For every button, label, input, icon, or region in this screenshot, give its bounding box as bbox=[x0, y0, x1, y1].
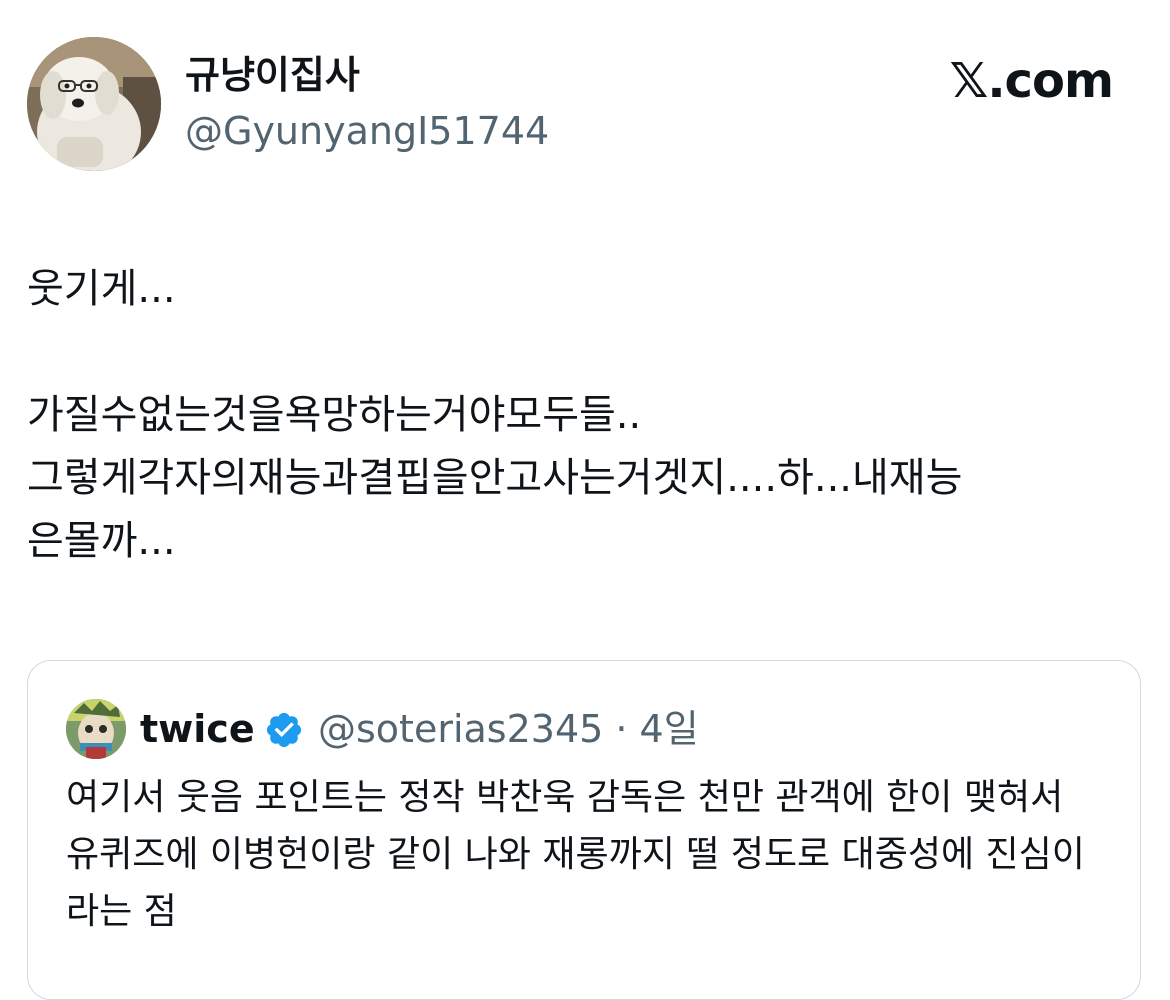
quoted-author-avatar[interactable] bbox=[66, 699, 126, 759]
quoted-author-handle-and-time[interactable]: @soterias2345 · 4일 bbox=[318, 705, 699, 753]
author-display-name[interactable]: 규냥이집사 bbox=[185, 51, 360, 99]
author-handle[interactable]: @GyunyangI51744 bbox=[185, 107, 549, 155]
tweet-body: 웃기게... 가질수없는것을욕망하는거야모두들.. 그렇게각자의재능과결핍을안고… bbox=[27, 266, 963, 564]
quoted-author-display-name[interactable]: twice bbox=[140, 705, 255, 753]
x-logo: 𝕏.com bbox=[949, 53, 1114, 109]
quoted-tweet-body: 여기서 웃음 포인트는 정작 박찬욱 감독은 천만 관객에 한이 맺혀서 유퀴즈… bbox=[66, 777, 1085, 932]
tweet-header: 규냥이집사 @GyunyangI51744 𝕏.com bbox=[27, 37, 1143, 171]
quoted-tweet-card[interactable]: twice @soterias2345 · 4일 여기서 웃음 포인트는 정작 … bbox=[27, 660, 1141, 1000]
quoted-tweet-header: twice @soterias2345 · 4일 bbox=[66, 699, 1106, 761]
verified-badge-icon bbox=[266, 712, 302, 748]
author-avatar[interactable] bbox=[27, 37, 161, 171]
